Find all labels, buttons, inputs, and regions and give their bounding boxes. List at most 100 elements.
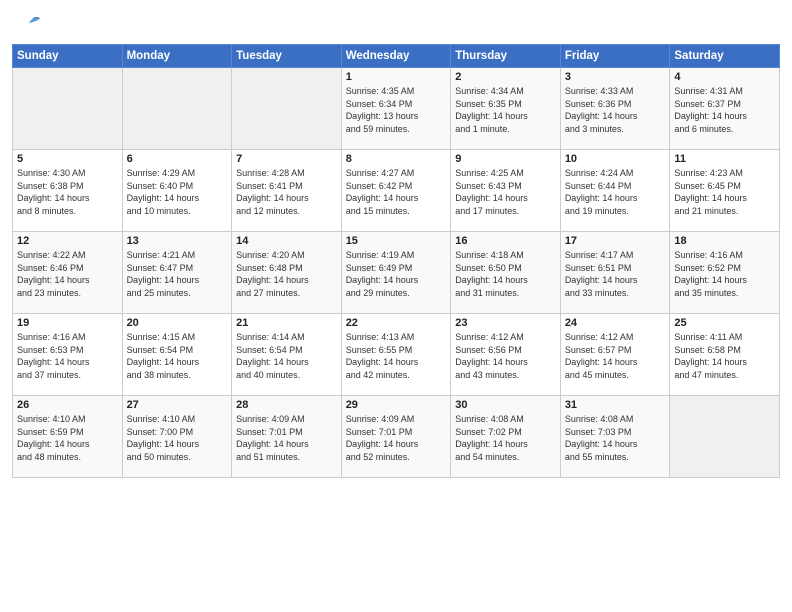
day-info: Sunrise: 4:35 AM Sunset: 6:34 PM Dayligh… <box>346 85 447 135</box>
day-info: Sunrise: 4:08 AM Sunset: 7:02 PM Dayligh… <box>455 413 556 463</box>
calendar-week-row: 19 Sunrise: 4:16 AM Sunset: 6:53 PM Dayli… <box>13 314 780 396</box>
calendar-cell: 26 Sunrise: 4:10 AM Sunset: 6:59 PM Dayli… <box>13 396 123 478</box>
calendar-cell: 24Sunrise: 4:12 AM Sunset: 6:57 PM Dayli… <box>560 314 670 396</box>
day-info: Sunrise: 4:28 AM Sunset: 6:41 PM Dayligh… <box>236 167 337 217</box>
day-number: 1 <box>346 71 447 83</box>
weekday-header-saturday: Saturday <box>670 45 780 68</box>
day-number: 17 <box>565 235 666 247</box>
weekday-header-tuesday: Tuesday <box>232 45 342 68</box>
calendar-cell: 1 Sunrise: 4:35 AM Sunset: 6:34 PM Daylig… <box>341 68 451 150</box>
day-number: 11 <box>674 153 775 165</box>
day-number: 22 <box>346 317 447 329</box>
day-number: 21 <box>236 317 337 329</box>
day-number: 7 <box>236 153 337 165</box>
weekday-header-wednesday: Wednesday <box>341 45 451 68</box>
day-number: 4 <box>674 71 775 83</box>
day-number: 14 <box>236 235 337 247</box>
day-number: 29 <box>346 399 447 411</box>
day-info: Sunrise: 4:15 AM Sunset: 6:54 PM Dayligh… <box>127 331 228 381</box>
calendar-cell: 28 Sunrise: 4:09 AM Sunset: 7:01 PM Dayli… <box>232 396 342 478</box>
page: SundayMondayTuesdayWednesdayThursdayFrid… <box>0 0 792 612</box>
calendar-cell: 8 Sunrise: 4:27 AM Sunset: 6:42 PM Daylig… <box>341 150 451 232</box>
day-number: 26 <box>17 399 118 411</box>
calendar-cell <box>232 68 342 150</box>
day-number: 15 <box>346 235 447 247</box>
calendar-cell: 12Sunrise: 4:22 AM Sunset: 6:46 PM Dayli… <box>13 232 123 314</box>
calendar-week-row: 5Sunrise: 4:30 AM Sunset: 6:38 PM Daylig… <box>13 150 780 232</box>
calendar-week-row: 26 Sunrise: 4:10 AM Sunset: 6:59 PM Dayli… <box>13 396 780 478</box>
calendar-cell: 23Sunrise: 4:12 AM Sunset: 6:56 PM Dayli… <box>451 314 561 396</box>
calendar-cell: 7 Sunrise: 4:28 AM Sunset: 6:41 PM Daylig… <box>232 150 342 232</box>
day-info: Sunrise: 4:21 AM Sunset: 6:47 PM Dayligh… <box>127 249 228 299</box>
calendar-cell: 9 Sunrise: 4:25 AM Sunset: 6:43 PM Daylig… <box>451 150 561 232</box>
calendar-cell: 15 Sunrise: 4:19 AM Sunset: 6:49 PM Dayli… <box>341 232 451 314</box>
day-number: 19 <box>17 317 118 329</box>
calendar-cell: 22 Sunrise: 4:13 AM Sunset: 6:55 PM Dayli… <box>341 314 451 396</box>
day-number: 27 <box>127 399 228 411</box>
day-number: 28 <box>236 399 337 411</box>
day-number: 20 <box>127 317 228 329</box>
calendar-cell: 13 Sunrise: 4:21 AM Sunset: 6:47 PM Dayli… <box>122 232 232 314</box>
calendar-cell: 4Sunrise: 4:31 AM Sunset: 6:37 PM Daylig… <box>670 68 780 150</box>
weekday-header-sunday: Sunday <box>13 45 123 68</box>
calendar-cell: 29 Sunrise: 4:09 AM Sunset: 7:01 PM Dayli… <box>341 396 451 478</box>
day-info: Sunrise: 4:24 AM Sunset: 6:44 PM Dayligh… <box>565 167 666 217</box>
day-info: Sunrise: 4:19 AM Sunset: 6:49 PM Dayligh… <box>346 249 447 299</box>
weekday-header-monday: Monday <box>122 45 232 68</box>
day-number: 16 <box>455 235 556 247</box>
day-number: 10 <box>565 153 666 165</box>
day-number: 12 <box>17 235 118 247</box>
logo <box>12 10 42 38</box>
calendar-cell <box>670 396 780 478</box>
calendar-cell: 10 Sunrise: 4:24 AM Sunset: 6:44 PM Dayli… <box>560 150 670 232</box>
day-number: 5 <box>17 153 118 165</box>
day-number: 25 <box>674 317 775 329</box>
day-number: 3 <box>565 71 666 83</box>
day-info: Sunrise: 4:08 AM Sunset: 7:03 PM Dayligh… <box>565 413 666 463</box>
day-info: Sunrise: 4:16 AM Sunset: 6:52 PM Dayligh… <box>674 249 775 299</box>
calendar-week-row: 1 Sunrise: 4:35 AM Sunset: 6:34 PM Daylig… <box>13 68 780 150</box>
day-number: 9 <box>455 153 556 165</box>
calendar-cell: 14 Sunrise: 4:20 AM Sunset: 6:48 PM Dayli… <box>232 232 342 314</box>
day-info: Sunrise: 4:11 AM Sunset: 6:58 PM Dayligh… <box>674 331 775 381</box>
calendar-cell: 11 Sunrise: 4:23 AM Sunset: 6:45 PM Dayli… <box>670 150 780 232</box>
calendar-cell <box>122 68 232 150</box>
day-info: Sunrise: 4:33 AM Sunset: 6:36 PM Dayligh… <box>565 85 666 135</box>
day-info: Sunrise: 4:16 AM Sunset: 6:53 PM Dayligh… <box>17 331 118 381</box>
day-info: Sunrise: 4:09 AM Sunset: 7:01 PM Dayligh… <box>346 413 447 463</box>
calendar-cell: 6 Sunrise: 4:29 AM Sunset: 6:40 PM Daylig… <box>122 150 232 232</box>
day-info: Sunrise: 4:10 AM Sunset: 6:59 PM Dayligh… <box>17 413 118 463</box>
logo-text <box>12 10 42 38</box>
calendar-cell: 27 Sunrise: 4:10 AM Sunset: 7:00 PM Dayli… <box>122 396 232 478</box>
day-number: 8 <box>346 153 447 165</box>
day-number: 18 <box>674 235 775 247</box>
weekday-header-thursday: Thursday <box>451 45 561 68</box>
day-info: Sunrise: 4:25 AM Sunset: 6:43 PM Dayligh… <box>455 167 556 217</box>
day-info: Sunrise: 4:18 AM Sunset: 6:50 PM Dayligh… <box>455 249 556 299</box>
calendar-week-row: 12Sunrise: 4:22 AM Sunset: 6:46 PM Dayli… <box>13 232 780 314</box>
day-info: Sunrise: 4:23 AM Sunset: 6:45 PM Dayligh… <box>674 167 775 217</box>
day-info: Sunrise: 4:09 AM Sunset: 7:01 PM Dayligh… <box>236 413 337 463</box>
calendar-cell: 17 Sunrise: 4:17 AM Sunset: 6:51 PM Dayli… <box>560 232 670 314</box>
logo-bird-icon <box>14 10 42 38</box>
day-info: Sunrise: 4:10 AM Sunset: 7:00 PM Dayligh… <box>127 413 228 463</box>
day-number: 30 <box>455 399 556 411</box>
day-info: Sunrise: 4:29 AM Sunset: 6:40 PM Dayligh… <box>127 167 228 217</box>
day-number: 13 <box>127 235 228 247</box>
day-info: Sunrise: 4:27 AM Sunset: 6:42 PM Dayligh… <box>346 167 447 217</box>
day-info: Sunrise: 4:17 AM Sunset: 6:51 PM Dayligh… <box>565 249 666 299</box>
day-info: Sunrise: 4:20 AM Sunset: 6:48 PM Dayligh… <box>236 249 337 299</box>
calendar-cell: 5Sunrise: 4:30 AM Sunset: 6:38 PM Daylig… <box>13 150 123 232</box>
day-info: Sunrise: 4:13 AM Sunset: 6:55 PM Dayligh… <box>346 331 447 381</box>
day-number: 31 <box>565 399 666 411</box>
header <box>12 10 780 38</box>
day-number: 24 <box>565 317 666 329</box>
calendar-cell: 16 Sunrise: 4:18 AM Sunset: 6:50 PM Dayli… <box>451 232 561 314</box>
day-info: Sunrise: 4:14 AM Sunset: 6:54 PM Dayligh… <box>236 331 337 381</box>
weekday-header-friday: Friday <box>560 45 670 68</box>
calendar-cell: 20 Sunrise: 4:15 AM Sunset: 6:54 PM Dayli… <box>122 314 232 396</box>
calendar-cell: 25 Sunrise: 4:11 AM Sunset: 6:58 PM Dayli… <box>670 314 780 396</box>
day-number: 6 <box>127 153 228 165</box>
calendar-cell: 21 Sunrise: 4:14 AM Sunset: 6:54 PM Dayli… <box>232 314 342 396</box>
calendar-cell: 18 Sunrise: 4:16 AM Sunset: 6:52 PM Dayli… <box>670 232 780 314</box>
